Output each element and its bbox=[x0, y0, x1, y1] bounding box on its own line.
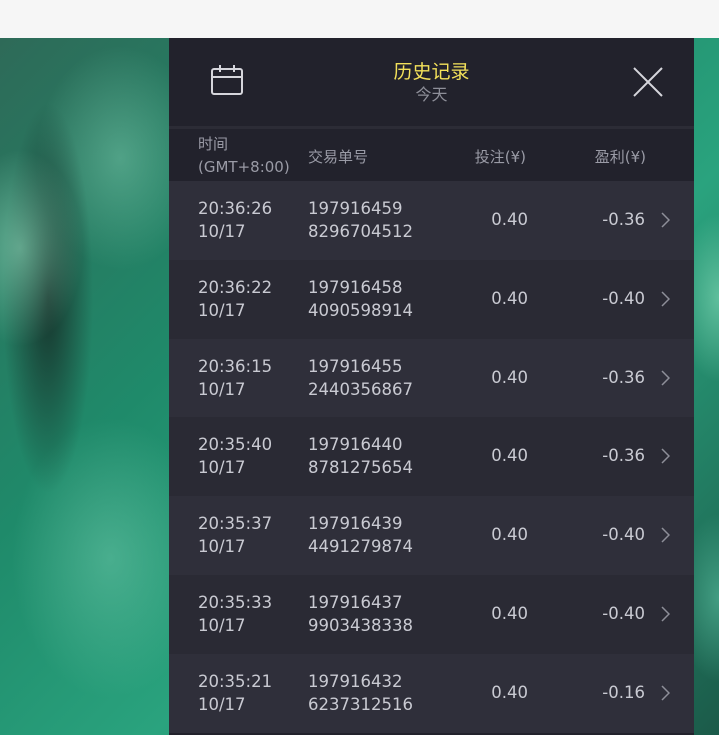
chevron-right-icon bbox=[661, 212, 670, 228]
history-row[interactable]: 20:36:22 10/17 197916458 4090598914 0.40 -0.4… bbox=[169, 259, 694, 339]
row-profit-amount: -0.36 bbox=[602, 210, 645, 229]
chevron-right-icon bbox=[661, 370, 670, 386]
row-time: 20:36:15 bbox=[198, 356, 273, 376]
col-timezone: (GMT+8:00) bbox=[198, 158, 290, 176]
row-profit-amount: -0.36 bbox=[602, 367, 645, 387]
row-profit-amount: -0.40 bbox=[602, 603, 645, 623]
row-profit-amount: -0.16 bbox=[602, 682, 645, 702]
row-date: 10/17 bbox=[198, 615, 246, 635]
row-order-id-part2: 6237312516 bbox=[308, 694, 413, 714]
chevron-right-icon bbox=[661, 291, 670, 307]
row-time: 20:36:22 bbox=[198, 277, 273, 297]
history-row[interactable]: 20:35:33 10/17 197916437 9903438338 0.40 -0.4… bbox=[169, 574, 694, 654]
row-order-id-part1: 197916437 bbox=[308, 592, 403, 612]
col-time: 时间 bbox=[198, 135, 229, 153]
chevron-right-icon bbox=[661, 606, 670, 622]
row-order-id-part2: 9903438338 bbox=[308, 615, 413, 635]
col-order: 交易单号 bbox=[308, 148, 369, 166]
row-time: 20:35:40 bbox=[198, 435, 273, 455]
history-header: 历史记录 今天 bbox=[169, 38, 694, 126]
row-order-id-part2: 8296704512 bbox=[308, 222, 413, 241]
row-date: 10/17 bbox=[198, 379, 246, 399]
row-date: 10/17 bbox=[198, 537, 246, 557]
row-date: 10/17 bbox=[198, 222, 246, 241]
row-order-id-part1: 197916455 bbox=[308, 356, 403, 376]
history-row[interactable]: 20:36:15 10/17 197916455 2440356867 0.40 -0.3… bbox=[169, 338, 694, 418]
row-profit-amount: -0.36 bbox=[602, 446, 645, 466]
row-order-id-part1: 197916440 bbox=[308, 435, 403, 455]
row-order-id-part1: 197916459 bbox=[308, 199, 403, 218]
chevron-right-icon bbox=[661, 448, 670, 464]
row-order-id-part1: 197916439 bbox=[308, 514, 403, 534]
history-row[interactable]: 20:35:21 10/17 197916432 6237312516 0.40 -0.1… bbox=[169, 653, 694, 733]
col-bet: 投注(¥) bbox=[474, 148, 526, 166]
title-block: 历史记录 今天 bbox=[169, 60, 694, 106]
row-profit-amount: -0.40 bbox=[602, 525, 645, 545]
row-order-id-part1: 197916432 bbox=[308, 671, 403, 691]
row-time: 20:35:33 bbox=[198, 592, 273, 612]
row-order-id-part2: 4491279874 bbox=[308, 537, 413, 557]
row-time: 20:35:21 bbox=[198, 671, 273, 691]
row-bet-amount: 0.40 bbox=[491, 525, 528, 545]
close-button[interactable] bbox=[632, 66, 664, 98]
column-headers: 时间 (GMT+8:00) 交易单号 投注(¥) 盈利(¥) bbox=[169, 129, 694, 181]
history-list: 20:36:26 10/17 197916459 8296704512 0.40 -0.3… bbox=[169, 181, 694, 733]
close-icon bbox=[633, 67, 663, 97]
row-bet-amount: 0.40 bbox=[491, 682, 528, 702]
chevron-right-icon bbox=[661, 527, 670, 543]
browser-top-bar bbox=[0, 0, 719, 39]
page-title: 历史记录 bbox=[393, 61, 470, 83]
history-row[interactable]: 20:36:26 10/17 197916459 8296704512 0.40 -0.3… bbox=[169, 181, 694, 260]
history-panel: 历史记录 今天 时间 (GMT+8:00) 交易单号 投注(¥) 盈利(¥) 2… bbox=[169, 38, 694, 735]
row-order-id-part2: 2440356867 bbox=[308, 379, 413, 399]
row-date: 10/17 bbox=[198, 694, 246, 714]
col-profit: 盈利(¥) bbox=[594, 148, 646, 166]
history-row[interactable]: 20:35:37 10/17 197916439 4491279874 0.40 -0.4… bbox=[169, 496, 694, 575]
row-date: 10/17 bbox=[198, 300, 246, 320]
row-bet-amount: 0.40 bbox=[491, 288, 528, 308]
row-bet-amount: 0.40 bbox=[491, 603, 528, 623]
row-bet-amount: 0.40 bbox=[491, 446, 528, 466]
row-order-id-part2: 8781275654 bbox=[308, 458, 413, 478]
row-time: 20:35:37 bbox=[198, 514, 273, 534]
chevron-right-icon bbox=[661, 685, 670, 701]
row-order-id-part1: 197916458 bbox=[308, 277, 403, 297]
row-order-id-part2: 4090598914 bbox=[308, 300, 413, 320]
row-time: 20:36:26 bbox=[198, 199, 273, 218]
row-bet-amount: 0.40 bbox=[491, 210, 528, 229]
row-profit-amount: -0.40 bbox=[602, 288, 645, 308]
history-row[interactable]: 20:35:40 10/17 197916440 8781275654 0.40 -0.3… bbox=[169, 417, 694, 497]
row-date: 10/17 bbox=[198, 458, 246, 478]
date-filter-label[interactable]: 今天 bbox=[169, 84, 694, 106]
row-bet-amount: 0.40 bbox=[491, 367, 528, 387]
